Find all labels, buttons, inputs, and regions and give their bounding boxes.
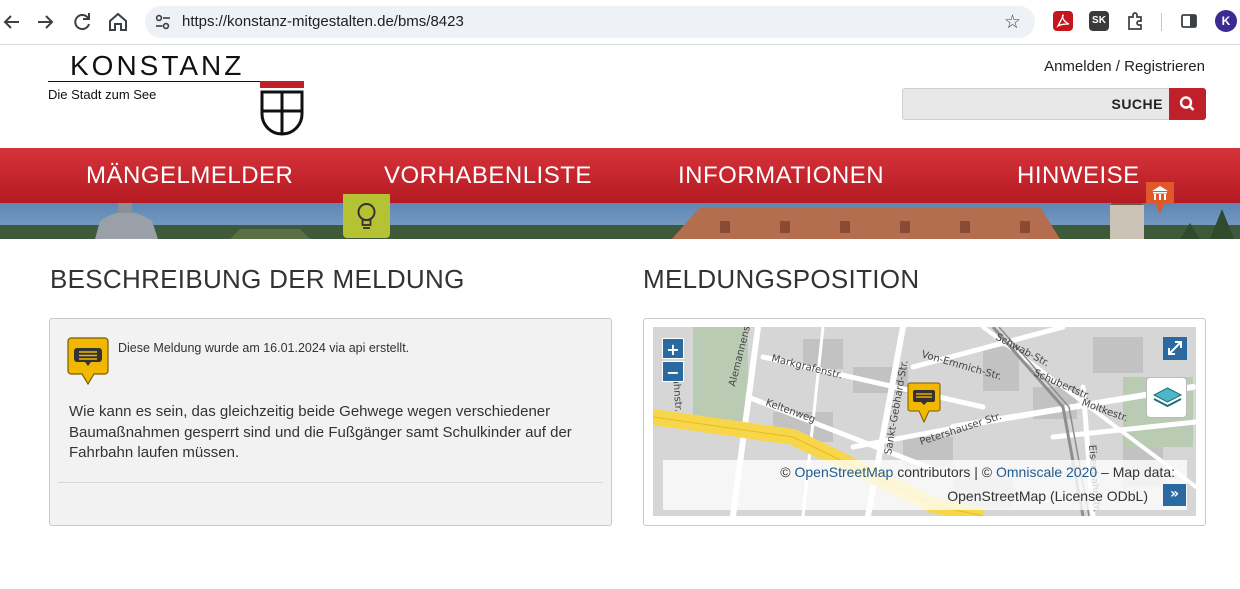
report-speech-bubble-icon bbox=[67, 336, 109, 388]
attribution-line-1: © OpenStreetMap contributors | © Omnisca… bbox=[780, 464, 1175, 480]
municipal-building-icon[interactable] bbox=[1144, 182, 1176, 216]
reload-icon[interactable] bbox=[70, 10, 94, 34]
side-panel-icon[interactable] bbox=[1179, 11, 1199, 31]
map-zoom-in-button[interactable]: + bbox=[662, 338, 684, 359]
bookmark-star-icon[interactable]: ☆ bbox=[1004, 10, 1021, 34]
description-divider bbox=[58, 482, 603, 483]
lightbulb-tab[interactable] bbox=[343, 194, 390, 238]
report-meta: Diese Meldung wurde am 16.01.2024 via ap… bbox=[118, 341, 410, 355]
nav-informationen[interactable]: INFORMATIONEN bbox=[678, 162, 884, 190]
toolbar-divider bbox=[1161, 13, 1162, 31]
profile-avatar[interactable]: K bbox=[1215, 10, 1237, 32]
attribution-line-2: OpenStreetMap (License ODbL) bbox=[947, 488, 1148, 504]
home-icon[interactable] bbox=[106, 10, 130, 34]
logo-subtitle: Die Stadt zum See bbox=[48, 87, 157, 102]
sk-extension-label: SK bbox=[1092, 15, 1106, 26]
fullscreen-icon bbox=[1168, 341, 1182, 355]
pdf-extension-icon[interactable] bbox=[1053, 11, 1073, 31]
forward-icon[interactable] bbox=[33, 10, 57, 34]
address-bar[interactable]: https://konstanz-mitgestalten.de/bms/842… bbox=[145, 6, 1035, 38]
nav-hinweise[interactable]: HINWEISE bbox=[1017, 162, 1140, 190]
map-zoom-out-button[interactable]: − bbox=[662, 361, 684, 382]
report-text: Wie kann es sein, das gleichzeitig beide… bbox=[69, 403, 572, 461]
map-attribution: © OpenStreetMap contributors | © Omnisca… bbox=[663, 460, 1187, 510]
lightbulb-icon bbox=[357, 203, 376, 229]
back-icon[interactable] bbox=[0, 10, 24, 34]
report-location-marker-icon[interactable] bbox=[907, 382, 941, 424]
layers-icon bbox=[1152, 387, 1183, 408]
konstanz-crest-icon bbox=[258, 81, 306, 137]
nav-maengelmelder[interactable]: MÄNGELMELDER bbox=[86, 162, 293, 190]
address-url[interactable]: https://konstanz-mitgestalten.de/bms/842… bbox=[182, 13, 464, 30]
city-panorama bbox=[0, 193, 1240, 239]
search-button[interactable] bbox=[1169, 88, 1206, 120]
logo-underline bbox=[48, 81, 262, 82]
attrib-prefix: © bbox=[780, 464, 795, 480]
profile-initial: K bbox=[1221, 14, 1231, 28]
site-info-icon[interactable] bbox=[153, 12, 173, 32]
search-label: SUCHE bbox=[1111, 96, 1163, 112]
nav-vorhabenliste[interactable]: VORHABENLISTE bbox=[384, 162, 592, 190]
attrib-suffix: – Map data: bbox=[1097, 464, 1175, 480]
sk-extension-icon[interactable]: SK bbox=[1089, 11, 1109, 31]
attribution-toggle-button[interactable]: » bbox=[1163, 484, 1186, 506]
attrib-mid: contributors | © bbox=[893, 464, 996, 480]
login-register-link[interactable]: Anmelden / Registrieren bbox=[1044, 58, 1205, 75]
search-input[interactable]: SUCHE bbox=[902, 88, 1172, 120]
omniscale-link[interactable]: Omniscale 2020 bbox=[996, 464, 1097, 480]
browser-toolbar: https://konstanz-mitgestalten.de/bms/842… bbox=[0, 0, 1240, 45]
description-title: BESCHREIBUNG DER MELDUNG bbox=[50, 264, 465, 294]
extensions-puzzle-icon[interactable] bbox=[1125, 11, 1145, 31]
search-icon bbox=[1179, 96, 1195, 111]
map-fullscreen-button[interactable] bbox=[1163, 337, 1187, 360]
map-layer-switcher-button[interactable] bbox=[1146, 377, 1187, 418]
position-title: MELDUNGSPOSITION bbox=[643, 264, 920, 294]
logo-wordmark[interactable]: KONSTANZ bbox=[70, 50, 244, 82]
osm-link[interactable]: OpenStreetMap bbox=[795, 464, 894, 480]
